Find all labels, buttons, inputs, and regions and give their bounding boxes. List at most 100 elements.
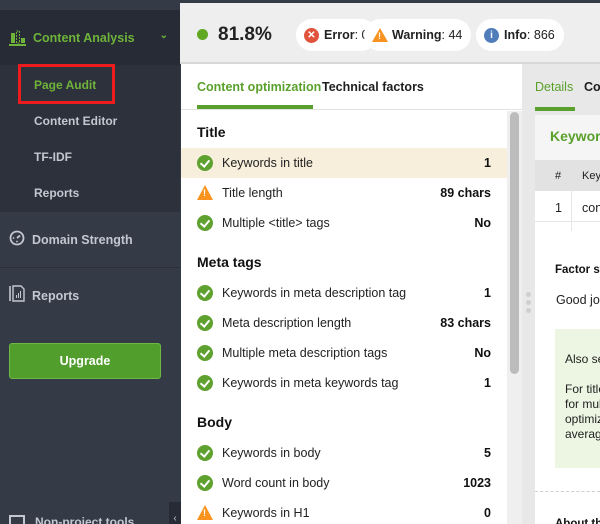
sidebar-item-domain-strength[interactable]: Domain Strength <box>0 217 180 263</box>
summary-bar: 81.8% ✕ Error: 0 ! Warning: 44 i Info: 8… <box>180 0 600 62</box>
grip-dot <box>526 292 531 297</box>
factor-status-title: Factor status <box>555 264 600 276</box>
about-factor-title: About this factor <box>555 518 600 524</box>
table-header: # Keyword <box>535 160 600 191</box>
scrollbar-thumb[interactable] <box>510 112 519 374</box>
upgrade-button[interactable]: Upgrade <box>9 343 161 379</box>
keywords-card: Keywords # Keyword 1 con <box>535 115 600 249</box>
sidebar-item-label: Non-project tools <box>35 515 135 524</box>
error-key: Error <box>324 28 355 42</box>
tip-line: For title <box>565 382 600 396</box>
factor-row[interactable]: Multiple meta description tags No <box>181 338 507 368</box>
factor-row[interactable]: Keywords in title 1 <box>181 148 507 178</box>
factor-label: Multiple <title> tags <box>222 216 330 230</box>
dashed-divider <box>535 491 600 492</box>
factor-value: 1023 <box>463 476 491 490</box>
factor-label: Keywords in meta keywords tag <box>222 376 399 390</box>
check-circle-icon <box>197 315 213 331</box>
check-circle-icon <box>197 345 213 361</box>
sidebar-item-reports[interactable]: Reports <box>0 273 180 319</box>
colon: : <box>526 28 534 42</box>
collapse-sidebar-button[interactable]: ‹ <box>169 502 181 524</box>
exclamation-glyph: ! <box>203 188 206 198</box>
factor-value: No <box>474 346 491 360</box>
tab-competitors[interactable]: Competitors <box>584 80 600 94</box>
info-icon: i <box>484 27 499 43</box>
exclamation-glyph: ! <box>203 508 206 518</box>
highlight-annotation <box>18 64 115 104</box>
sidebar-item-reports-sub[interactable]: Reports <box>34 186 79 200</box>
sidebar-item-label: Domain Strength <box>32 233 133 247</box>
check-circle-icon <box>197 215 213 231</box>
colon: : <box>354 28 362 42</box>
group-title: Body <box>197 414 232 430</box>
keywords-title: Keywords <box>535 115 600 160</box>
check-circle-icon <box>197 285 213 301</box>
sidebar-section-content-analysis[interactable]: Content Analysis ⌄ <box>0 10 180 65</box>
sidebar-item-tf-idf[interactable]: TF-IDF <box>34 150 72 164</box>
sidebar-item-label: Reports <box>32 289 80 303</box>
check-circle-icon <box>197 375 213 391</box>
warning-icon: ! <box>197 185 213 200</box>
tip-box: Also see For titlefor multioptimizaverage <box>555 329 600 468</box>
factor-row[interactable]: Meta description length 83 chars <box>181 308 507 338</box>
factor-row[interactable]: Keywords in meta description tag 1 <box>181 278 507 308</box>
check-circle-icon <box>197 445 213 461</box>
sidebar-item-non-project-tools[interactable]: Non-project tools <box>9 515 169 524</box>
tab-content-optimization[interactable]: Content optimization <box>197 80 321 94</box>
tip-line <box>565 367 600 382</box>
factor-value: No <box>474 216 491 230</box>
factor-label: Meta description length <box>222 316 352 330</box>
details-tabs: Details Competitors <box>535 64 600 111</box>
info-badge[interactable]: i Info: 866 <box>476 19 564 51</box>
factor-label: Keywords in title <box>222 156 314 170</box>
tip-line: average <box>565 427 600 441</box>
factors-panel: Content optimization Technical factors T… <box>181 64 522 524</box>
colon: : <box>441 28 449 42</box>
warning-badge[interactable]: ! Warning: 44 <box>364 19 472 51</box>
factor-status-text: Good job! <box>556 293 600 307</box>
factor-row[interactable]: Keywords in body 5 <box>181 438 507 468</box>
group-title: Meta tags <box>197 254 262 270</box>
warning-count: 44 <box>448 28 463 42</box>
info-count: 866 <box>533 28 555 42</box>
factor-row[interactable]: Keywords in meta keywords tag 1 <box>181 368 507 398</box>
sidebar-item-content-editor[interactable]: Content Editor <box>34 114 117 128</box>
grip-dot <box>526 308 531 313</box>
factor-value: 5 <box>484 446 491 460</box>
factors-tabs: Content optimization Technical factors <box>181 64 522 110</box>
factor-row[interactable]: ! Keywords in H1 0 <box>181 498 507 524</box>
factor-label: Word count in body <box>222 476 330 490</box>
check-circle-icon <box>197 155 213 171</box>
info-key: Info <box>504 28 527 42</box>
factor-list: Title Keywords in title 1! Title length 89 c… <box>181 111 507 524</box>
cell-index: 1 <box>555 201 562 215</box>
active-tab-indicator <box>535 107 575 111</box>
col-header-keyword: Keyword <box>582 170 600 182</box>
tip-line: Also see <box>565 352 600 366</box>
factor-label: Title length <box>222 186 283 200</box>
score-status-dot <box>197 29 208 40</box>
factor-status-card: Factor status Good job! Also see For titl… <box>535 247 600 524</box>
sidebar-divider <box>0 267 180 268</box>
factor-row[interactable]: Multiple <title> tags No <box>181 208 507 238</box>
chevron-down-icon[interactable]: ⌄ <box>160 30 168 41</box>
tip-line: optimiz <box>565 412 600 426</box>
check-circle-icon <box>197 475 213 491</box>
report-icon <box>9 285 25 307</box>
tab-technical-factors[interactable]: Technical factors <box>322 80 424 94</box>
sidebar: Content Analysis ⌄ Page Audit Content Ed… <box>0 0 181 524</box>
factor-row[interactable]: Word count in body 1023 <box>181 468 507 498</box>
factor-row[interactable]: ! Title length 89 chars <box>181 178 507 208</box>
table-row[interactable]: 1 con <box>535 191 600 222</box>
factor-value: 83 chars <box>440 316 491 330</box>
tab-details[interactable]: Details <box>535 80 573 94</box>
factor-value: 0 <box>484 506 491 520</box>
panel-splitter[interactable] <box>522 64 535 524</box>
factor-value: 1 <box>484 376 491 390</box>
group-title: Title <box>197 124 226 140</box>
factor-label: Keywords in body <box>222 446 321 460</box>
factor-label: Keywords in meta description tag <box>222 286 407 300</box>
optimization-score: 81.8% <box>218 24 272 45</box>
app-root: Content Analysis ⌄ Page Audit Content Ed… <box>0 0 600 524</box>
